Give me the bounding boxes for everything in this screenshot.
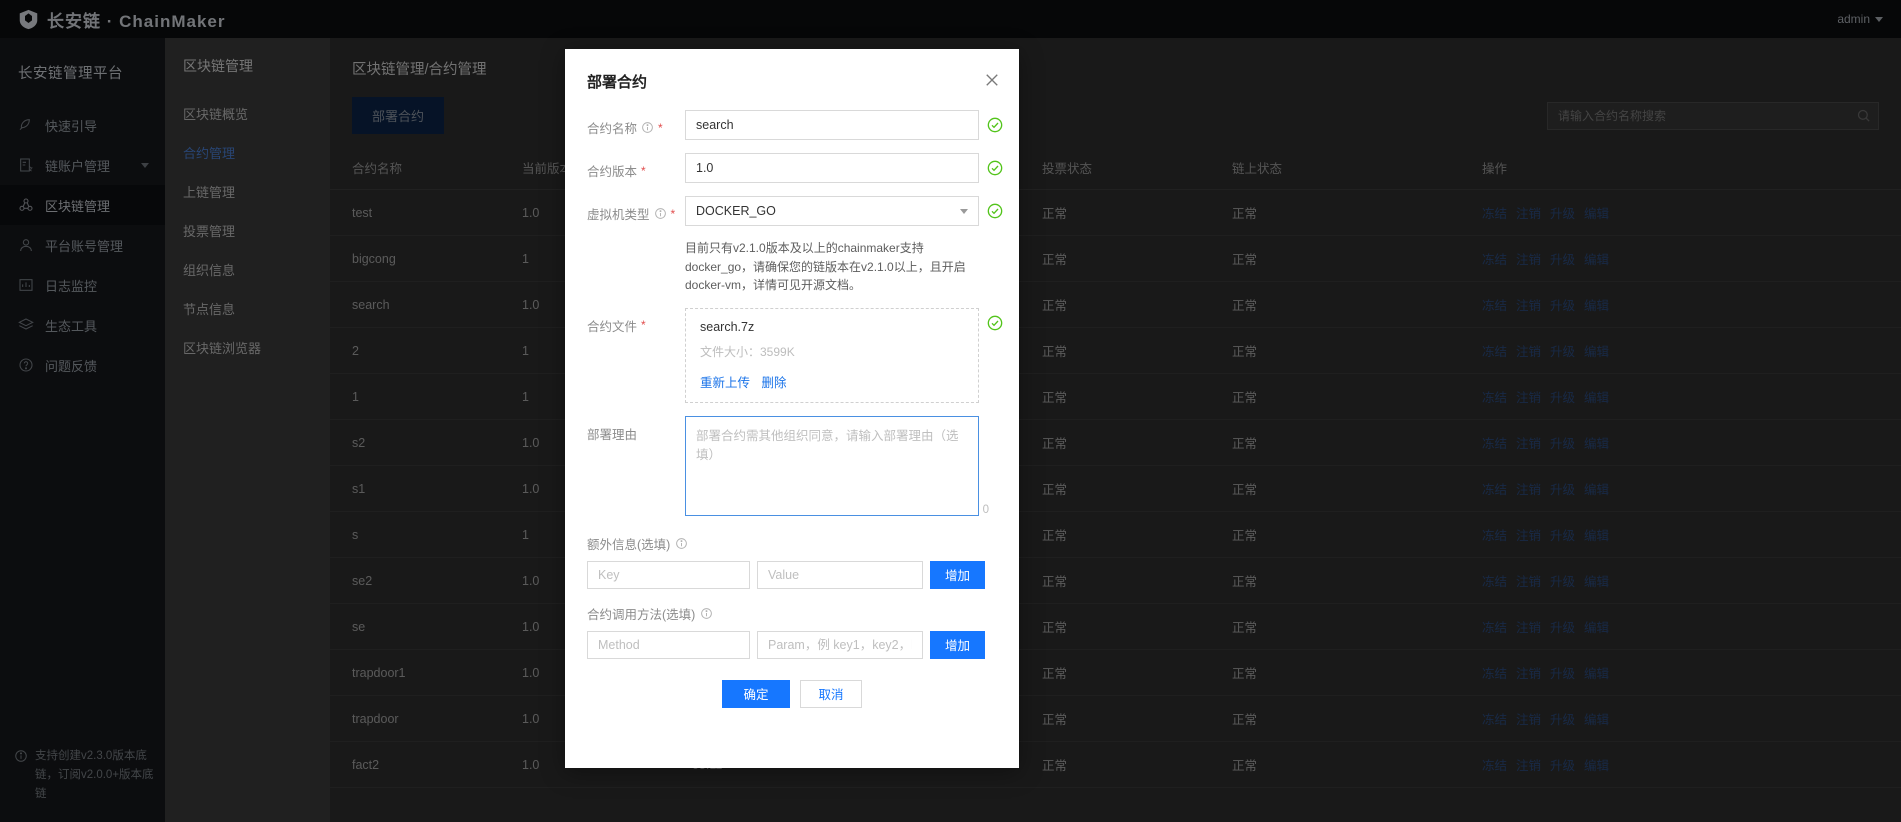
add-extra-info-button[interactable]: 增加 xyxy=(930,560,985,589)
reupload-link[interactable]: 重新上传 xyxy=(700,376,750,390)
uploaded-file-size: 文件大小：3599K xyxy=(700,344,795,359)
check-circle-icon xyxy=(987,203,1003,219)
label-contract-version: 合约版本 * xyxy=(587,153,685,180)
required-asterisk: * xyxy=(641,163,646,178)
method-input[interactable] xyxy=(587,630,750,659)
extra-info-row: 增加 xyxy=(587,560,997,589)
modal-footer: 确定 取消 xyxy=(587,674,997,708)
char-counter: 0 xyxy=(982,503,989,516)
contract-version-input[interactable] xyxy=(685,153,979,183)
check-circle-icon xyxy=(987,315,1003,331)
label-deploy-reason: 部署理由 xyxy=(587,416,685,443)
label-contract-file: 合约文件 * xyxy=(587,308,685,335)
contract-name-input[interactable] xyxy=(685,110,979,140)
control-contract-file: search.7z 文件大小：3599K 重新上传 删除 xyxy=(685,307,1003,403)
add-method-button[interactable]: 增加 xyxy=(930,630,985,659)
vm-type-value: DOCKER_GO xyxy=(696,204,776,218)
control-contract-name xyxy=(685,110,1003,140)
field-deploy-reason: 部署理由 0 xyxy=(587,415,997,521)
check-circle-icon xyxy=(987,117,1003,133)
vm-type-select[interactable]: DOCKER_GO xyxy=(685,196,979,226)
vm-type-hint: 目前只有v2.1.0版本及以上的chainmaker支持docker_go，请确… xyxy=(685,241,966,293)
field-contract-name: 合约名称 * xyxy=(587,110,1003,140)
modal-body: 合约名称 * 合约版本 * xyxy=(565,92,1019,708)
label-vm-type: 虚拟机类型 * xyxy=(587,196,685,223)
extra-value-input[interactable] xyxy=(757,560,923,589)
app-root: 长安链 · ChainMaker admin 长安链管理平台 快速引导 链账户管… xyxy=(0,0,1901,822)
label-extra-info: 额外信息(选填) xyxy=(587,534,997,553)
control-deploy-reason: 0 xyxy=(685,415,997,521)
param-input[interactable] xyxy=(757,630,923,659)
label-contract-name: 合约名称 * xyxy=(587,110,685,137)
label-invoke-method: 合约调用方法(选填) xyxy=(587,604,997,623)
required-asterisk: * xyxy=(641,318,646,333)
label-text: 额外信息(选填) xyxy=(587,537,671,552)
info-icon[interactable] xyxy=(641,121,654,134)
required-asterisk: * xyxy=(658,120,663,135)
field-vm-type: 虚拟机类型 * DOCKER_GO xyxy=(587,196,1003,226)
field-contract-version: 合约版本 * xyxy=(587,153,1003,183)
control-contract-version xyxy=(685,153,1003,183)
cancel-button[interactable]: 取消 xyxy=(800,679,862,708)
uploaded-file-name: search.7z xyxy=(700,319,755,334)
field-contract-file: 合约文件 * search.7z 文件大小：3599K 重新上传 删除 xyxy=(587,307,1003,403)
label-text: 虚拟机类型 xyxy=(587,208,650,222)
confirm-button[interactable]: 确定 xyxy=(722,679,790,708)
invoke-method-row: 增加 xyxy=(587,630,997,659)
label-text: 合约文件 xyxy=(587,319,638,334)
info-icon[interactable] xyxy=(654,207,667,220)
delete-file-link[interactable]: 删除 xyxy=(761,376,786,390)
label-text: 合约名称 xyxy=(587,122,638,136)
deploy-reason-textarea[interactable] xyxy=(685,415,979,516)
required-asterisk: * xyxy=(670,206,676,221)
info-icon[interactable] xyxy=(700,607,713,620)
deploy-contract-modal: 部署合约 合约名称 * search 合约版本 * 1.0 虚拟机类型 * DO… xyxy=(565,49,1019,768)
label-text: 合约版本 xyxy=(587,165,638,179)
control-vm-type: DOCKER_GO xyxy=(685,196,1003,226)
chevron-down-icon xyxy=(960,208,968,214)
group-extra-info: 额外信息(选填) 增加 xyxy=(587,534,997,589)
close-icon[interactable] xyxy=(983,71,1001,89)
file-actions: 重新上传 删除 xyxy=(700,372,793,392)
label-text: 部署理由 xyxy=(587,427,638,442)
label-text: 合约调用方法(选填) xyxy=(587,607,696,622)
check-circle-icon xyxy=(987,160,1003,176)
group-invoke-method: 合约调用方法(选填) 增加 xyxy=(587,604,997,659)
file-upload-box[interactable]: search.7z 文件大小：3599K 重新上传 删除 xyxy=(685,307,979,403)
extra-key-input[interactable] xyxy=(587,560,750,589)
modal-title: 部署合约 xyxy=(587,74,648,91)
info-icon[interactable] xyxy=(675,537,688,550)
